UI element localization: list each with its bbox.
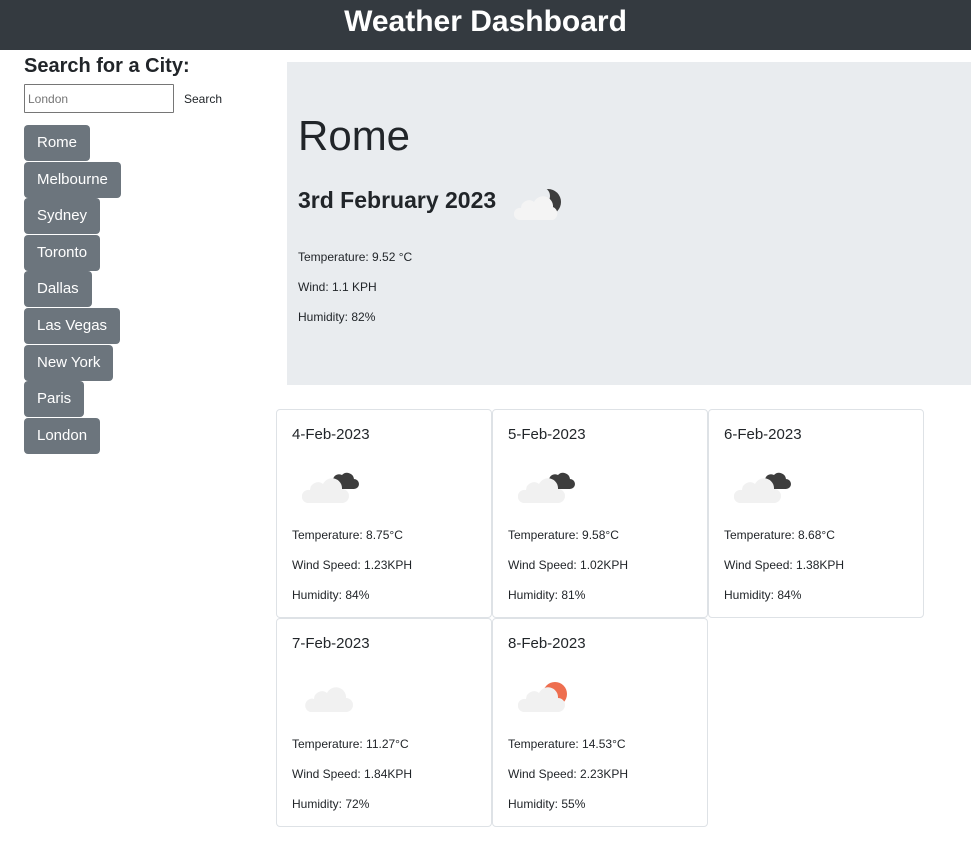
forecast-date: 8-Feb-2023	[508, 635, 586, 652]
forecast-temperature: Temperature: 14.53°C	[508, 737, 626, 751]
forecast-wind: Wind Speed: 1.84KPH	[292, 767, 413, 781]
partly-sunny-icon	[518, 682, 567, 712]
forecast-card: 7-Feb-2023 Temperature: 11.27°C Wind Spe…	[276, 618, 492, 827]
forecast-humidity: Humidity: 55%	[508, 797, 586, 811]
forecast-humidity: Humidity: 84%	[724, 588, 802, 602]
forecast-temperature: Temperature: 9.58°C	[508, 528, 619, 542]
search-input[interactable]	[24, 84, 174, 113]
page-title: Weather Dashboard	[344, 5, 627, 38]
broken-clouds-icon	[302, 472, 359, 503]
city-button-las-vegas[interactable]: Las Vegas	[24, 307, 121, 344]
city-button-london[interactable]: London	[24, 417, 101, 454]
night-cloudy-icon	[513, 187, 561, 220]
forecast-date: 5-Feb-2023	[508, 426, 586, 443]
search-title: Search for a City:	[24, 55, 190, 77]
city-button-sydney[interactable]: Sydney	[24, 198, 101, 235]
forecast-wind: Wind Speed: 1.02KPH	[508, 558, 629, 572]
city-button-dallas[interactable]: Dallas	[24, 271, 92, 308]
city-button-rome[interactable]: Rome	[24, 125, 91, 161]
forecast-wind: Wind Speed: 1.38KPH	[724, 558, 845, 572]
broken-clouds-icon	[518, 472, 575, 503]
forecast-card: 8-Feb-2023 Temperature: 14.53°C Wind Spe…	[492, 618, 708, 827]
current-wind: Wind: 1.1 KPH	[298, 280, 377, 294]
forecast-humidity: Humidity: 81%	[508, 588, 586, 602]
current-city-name: Rome	[298, 112, 411, 159]
city-button-new-york[interactable]: New York	[24, 344, 114, 381]
forecast-date: 4-Feb-2023	[292, 426, 370, 443]
city-button-toronto[interactable]: Toronto	[24, 234, 101, 271]
broken-clouds-icon	[734, 472, 791, 503]
cloud-icon	[305, 687, 353, 712]
forecast-temperature: Temperature: 8.75°C	[292, 528, 403, 542]
search-button[interactable]: Search	[177, 89, 229, 109]
page-header: Weather Dashboard	[0, 0, 971, 50]
forecast-temperature: Temperature: 11.27°C	[292, 737, 409, 751]
forecast-temperature: Temperature: 8.68°C	[724, 528, 835, 542]
forecast-card: 4-Feb-2023 Temperature: 8.75°C Wind Spee…	[276, 409, 492, 618]
current-date: 3rd February 2023	[298, 187, 497, 213]
forecast-date: 6-Feb-2023	[724, 426, 802, 443]
current-humidity: Humidity: 82%	[298, 310, 376, 324]
current-temperature: Temperature: 9.52 °C	[298, 250, 413, 264]
forecast-wind: Wind Speed: 2.23KPH	[508, 767, 629, 781]
forecast-card: 6-Feb-2023 Temperature: 8.68°C Wind Spee…	[708, 409, 924, 618]
forecast-humidity: Humidity: 72%	[292, 797, 370, 811]
forecast-humidity: Humidity: 84%	[292, 588, 370, 602]
forecast-wind: Wind Speed: 1.23KPH	[292, 558, 413, 572]
city-button-melbourne[interactable]: Melbourne	[24, 161, 121, 198]
forecast-card: 5-Feb-2023 Temperature: 9.58°C Wind Spee…	[492, 409, 708, 618]
current-weather-panel: Rome 3rd February 2023 Temperature: 9.52…	[287, 62, 971, 385]
forecast-date: 7-Feb-2023	[292, 635, 370, 652]
city-button-paris[interactable]: Paris	[24, 381, 85, 418]
search-history: Rome Melbourne Sydney Toronto Dallas Las…	[24, 125, 121, 454]
